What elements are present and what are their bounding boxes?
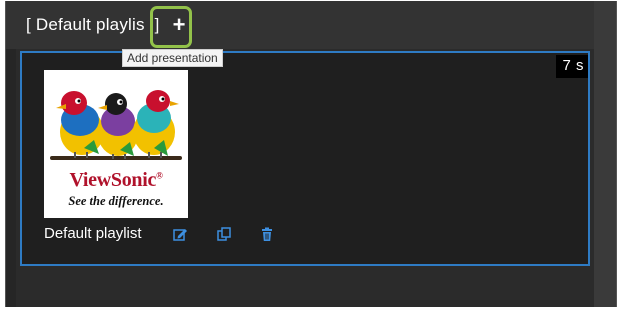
playlist-name-label: Default playlist <box>44 225 142 242</box>
thumbnail-brand-name: ViewSonic® <box>44 169 188 192</box>
left-rail <box>6 49 16 307</box>
playlist-card[interactable]: 7 s ViewSonic® See the difference. Defau… <box>20 51 590 266</box>
playlist-title-close-bracket: ] <box>154 15 160 34</box>
trash-icon <box>262 227 272 241</box>
playlist-panel: [ Default playlis ] + Add presentation 7… <box>5 1 617 307</box>
duplicate-button[interactable] <box>216 226 232 242</box>
bird-right <box>133 90 179 156</box>
delete-button[interactable] <box>259 226 275 242</box>
scrollbar[interactable] <box>594 1 616 307</box>
presentation-thumbnail[interactable]: ViewSonic® See the difference. <box>44 70 188 218</box>
edit-icon <box>173 229 187 241</box>
branch <box>50 156 182 160</box>
duration-badge: 7 s <box>556 55 588 78</box>
add-presentation-button[interactable]: + <box>166 13 192 39</box>
bird-left <box>56 91 104 155</box>
thumbnail-brand-text: ViewSonic <box>69 169 157 191</box>
viewsonic-birds-logo <box>50 90 182 160</box>
playlist-title-text: [ Default playlis <box>26 15 145 34</box>
plus-icon: + <box>172 12 186 37</box>
playlist-title: [ Default playlis ] <box>26 15 160 35</box>
bird-middle <box>98 93 138 156</box>
edit-button[interactable] <box>172 226 188 242</box>
copy-icon <box>217 227 231 241</box>
trademark-mark: ® <box>156 170 163 181</box>
thumbnail-tagline: See the difference. <box>68 194 164 208</box>
add-presentation-tooltip: Add presentation <box>122 49 223 67</box>
